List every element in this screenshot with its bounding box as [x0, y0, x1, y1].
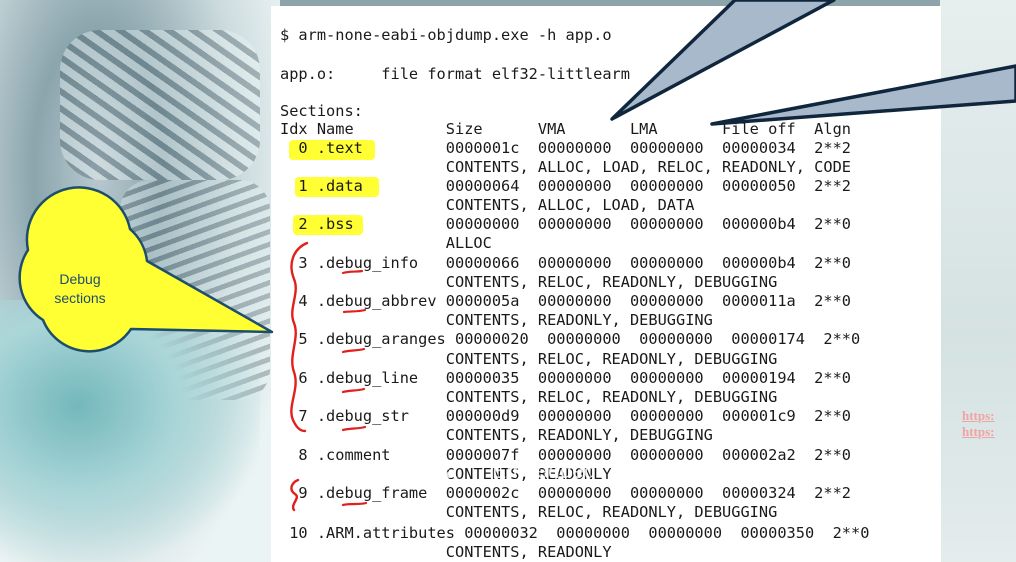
teal-glow	[0, 300, 260, 562]
section-row: 7 .debug_str 000000d9 00000000 00000000 …	[280, 407, 851, 425]
section-row: 9 .debug_frame 0000002c 00000000 0000000…	[280, 484, 851, 502]
section-flags: CONTENTS, READONLY	[280, 543, 612, 561]
section-row: 0 .text 0000001c 00000000 00000000 00000…	[280, 139, 851, 157]
section-row: 4 .debug_abbrev 0000005a 00000000 000000…	[280, 292, 851, 310]
section-row: 8 .comment 0000007f 00000000 00000000 00…	[280, 446, 851, 464]
background-right-strip	[940, 0, 1016, 562]
terminal-output: $ arm-none-eabi-objdump.exe -h app.o app…	[271, 6, 941, 562]
section-flags: CONTENTS, RELOC, READONLY, DEBUGGING	[280, 503, 778, 521]
section-flags: CONTENTS, RELOC, READONLY, DEBUGGING	[280, 388, 778, 406]
section-flags: CONTENTS, READONLY, DEBUGGING	[280, 311, 713, 329]
section-row: 3 .debug_info 00000066 00000000 00000000…	[280, 254, 851, 272]
engine-image-part-top	[60, 30, 260, 180]
section-row: 6 .debug_line 00000035 00000000 00000000…	[280, 369, 851, 387]
section-flags: CONTENTS, RELOC, READONLY, DEBUGGING	[280, 350, 778, 368]
section-flags: CONTENTS, ALLOC, LOAD, DATA	[280, 196, 695, 214]
section-flags: CONTENTS, RELOC, READONLY, DEBUGGING	[280, 273, 778, 291]
section-flags: ALLOC	[280, 234, 492, 252]
callout-label: Debug sections	[54, 271, 106, 306]
section-flags: CONTENTS, ALLOC, LOAD, RELOC, READONLY, …	[280, 158, 851, 176]
section-row: 10 .ARM.attributes 00000032 00000000 000…	[280, 524, 870, 542]
section-flags: CONTENTS, READONLY, DEBUGGING	[280, 426, 713, 444]
file-format-line: app.o: file format elf32-littlearm	[280, 65, 630, 83]
section-row: 2 .bss 00000000 00000000 00000000 000000…	[280, 215, 851, 233]
table-header: Idx Name Size VMA LMA File off Algn	[280, 120, 851, 138]
sections-heading: Sections:	[280, 102, 363, 120]
url-link[interactable]: https:	[962, 408, 995, 424]
command-line: $ arm-none-eabi-objdump.exe -h app.o	[280, 26, 612, 44]
section-row: 1 .data 00000064 00000000 00000000 00000…	[280, 177, 851, 195]
section-flags: CONTENTS, READONLY	[280, 465, 612, 483]
section-row: 5 .debug_aranges 00000020 00000000 00000…	[280, 330, 861, 348]
url-link[interactable]: https:	[962, 424, 995, 440]
